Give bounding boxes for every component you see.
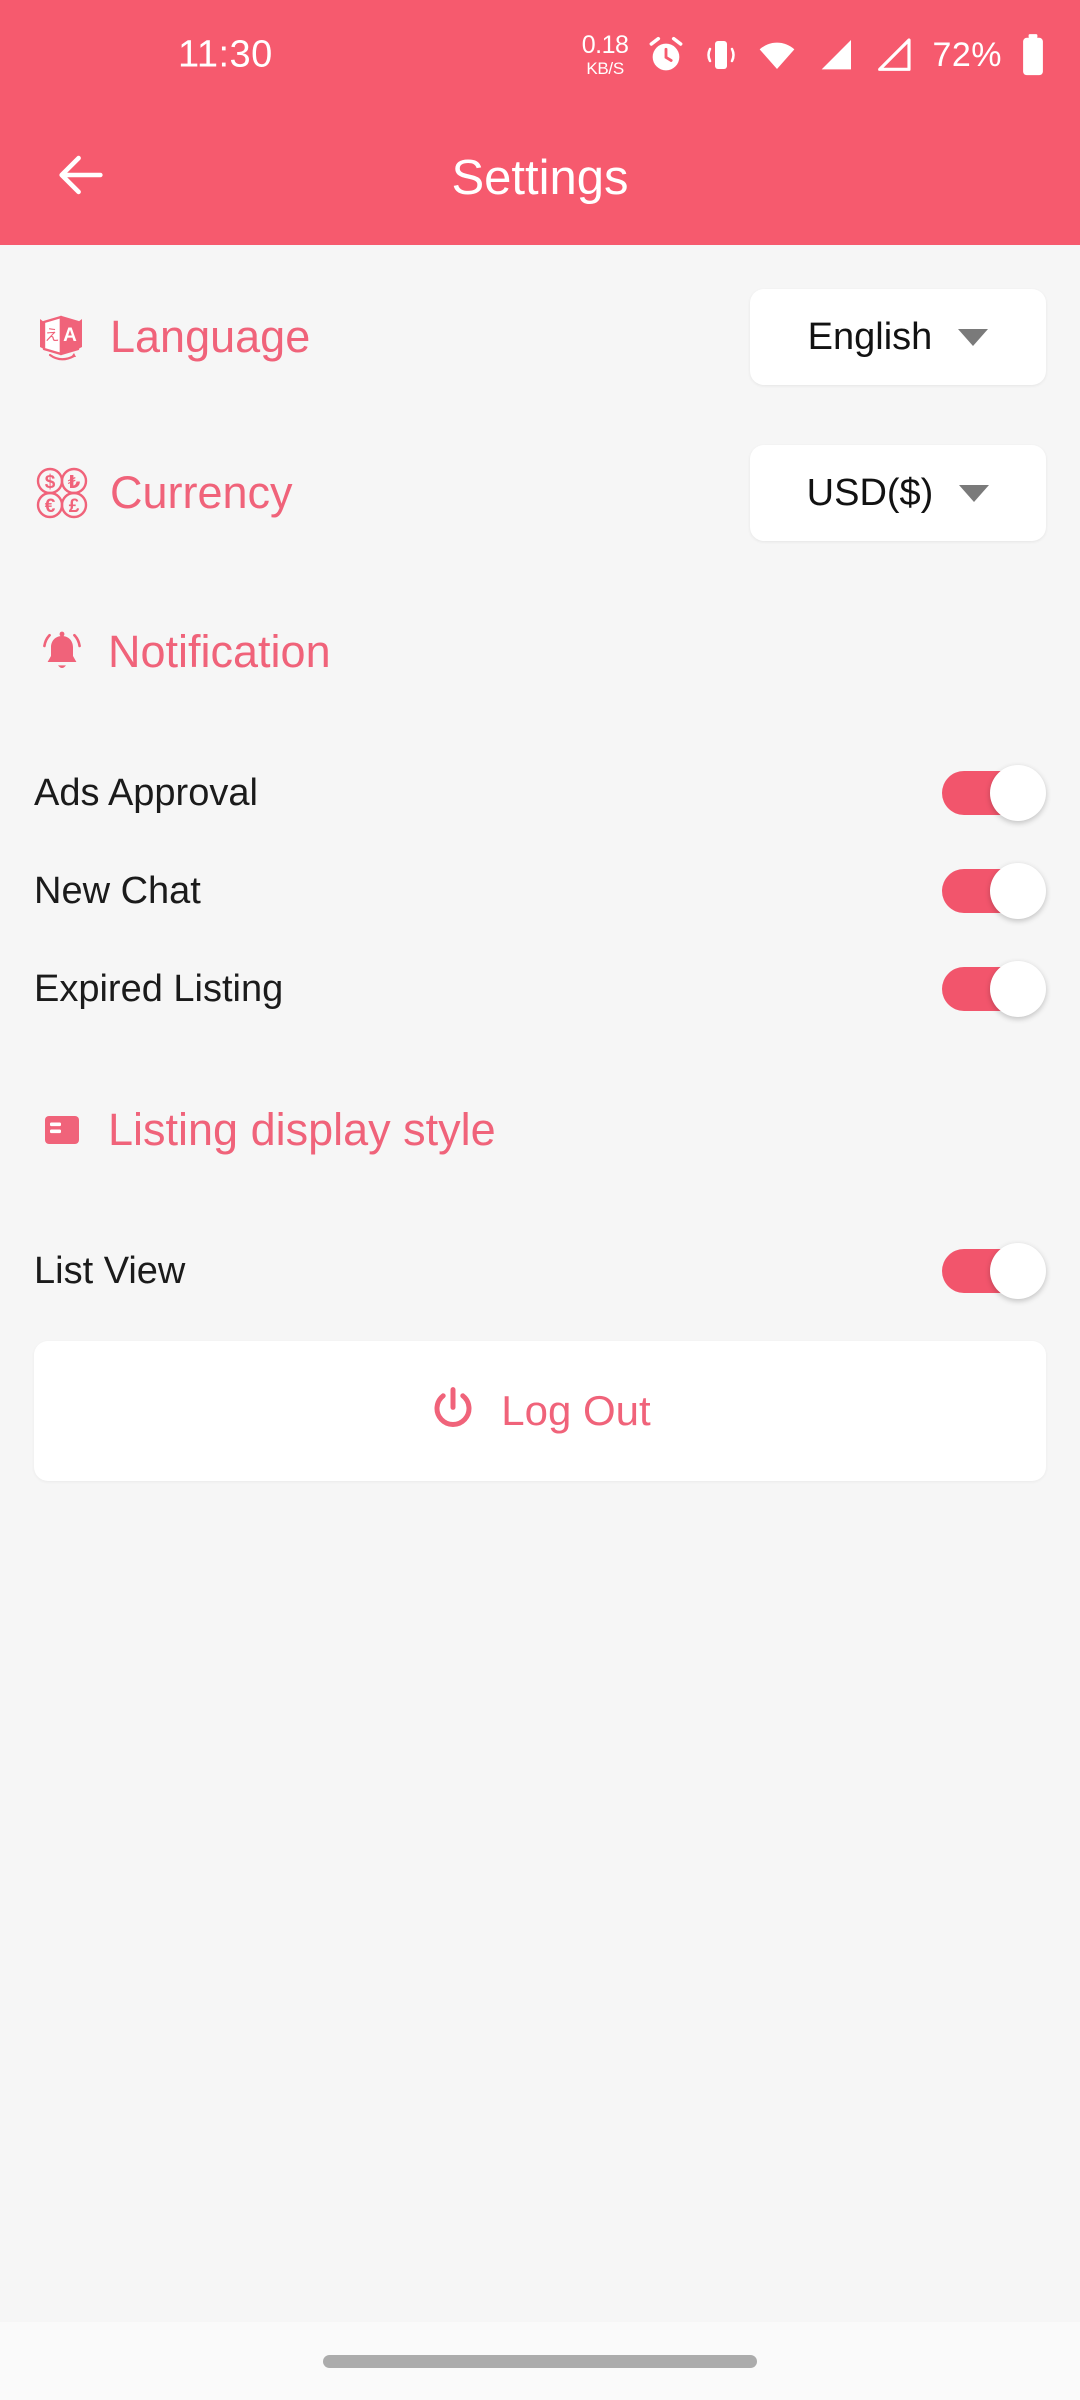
- settings-screen: 11:30 0.18 KB/S 72% Settings え A Languag…: [0, 0, 1080, 2400]
- translate-icon: え A: [34, 309, 90, 365]
- toggle-switch-new-chat[interactable]: [942, 863, 1046, 919]
- listing-style-icon: [34, 1102, 90, 1158]
- chevron-down-icon: [959, 484, 990, 502]
- currency-selected-value: USD($): [806, 471, 934, 514]
- settings-content: え A Language English $ ₺ € £ Currency US…: [0, 245, 1080, 1481]
- app-bar: Settings: [0, 110, 1080, 245]
- currency-coins-icon: $ ₺ € £: [34, 465, 90, 521]
- toggle-label-expired-listing: Expired Listing: [34, 967, 284, 1010]
- section-header-listing-display-style: Listing display style: [0, 1071, 1080, 1189]
- svg-text:$: $: [45, 472, 56, 493]
- toggle-label-list-view: List View: [34, 1249, 186, 1292]
- svg-text:£: £: [69, 496, 80, 517]
- battery-icon: [1020, 33, 1046, 77]
- logout-button[interactable]: Log Out: [34, 1341, 1046, 1481]
- toggle-row-ads-approval[interactable]: Ads Approval: [0, 755, 1080, 831]
- toggle-label-new-chat: New Chat: [34, 869, 201, 912]
- setting-row-language[interactable]: え A Language English: [0, 267, 1080, 407]
- switch-thumb: [990, 765, 1046, 821]
- power-icon: [429, 1385, 477, 1438]
- toggle-switch-expired-listing[interactable]: [942, 961, 1046, 1017]
- language-dropdown[interactable]: English: [750, 289, 1046, 385]
- chevron-down-icon: [958, 328, 989, 346]
- section-title-notification: Notification: [108, 626, 331, 677]
- svg-text:€: €: [45, 496, 56, 517]
- toggle-row-expired-listing[interactable]: Expired Listing: [0, 951, 1080, 1027]
- vibrate-icon: [704, 35, 738, 75]
- toggle-row-new-chat[interactable]: New Chat: [0, 853, 1080, 929]
- alarm-icon: [646, 35, 686, 75]
- section-title-listing-display-style: Listing display style: [108, 1104, 496, 1155]
- setting-label-currency: Currency: [110, 467, 293, 518]
- setting-row-currency[interactable]: $ ₺ € £ Currency USD($): [0, 423, 1080, 563]
- language-selected-value: English: [807, 315, 933, 358]
- section-header-notification: Notification: [0, 593, 1080, 711]
- status-bar-clock: 11:30: [178, 33, 273, 76]
- signal-icon: [874, 35, 914, 75]
- status-bar: 11:30 0.18 KB/S 72%: [0, 0, 1080, 110]
- network-speed-unit: KB/S: [586, 59, 624, 78]
- bell-icon: [34, 624, 90, 680]
- toggle-switch-list-view[interactable]: [942, 1243, 1046, 1299]
- switch-thumb: [990, 863, 1046, 919]
- logout-label: Log Out: [501, 1387, 651, 1434]
- network-speed-indicator: 0.18 KB/S: [581, 31, 629, 78]
- wifi-icon: [756, 35, 798, 75]
- svg-text:₺: ₺: [68, 472, 81, 493]
- home-indicator[interactable]: [323, 2354, 757, 2368]
- toggle-label-ads-approval: Ads Approval: [34, 771, 258, 814]
- battery-percent-label: 72%: [932, 35, 1002, 74]
- svg-text:A: A: [63, 325, 77, 346]
- network-speed-value: 0.18: [581, 31, 629, 59]
- page-title: Settings: [451, 150, 629, 205]
- system-navigation-bar: [0, 2322, 1080, 2400]
- toggle-switch-ads-approval[interactable]: [942, 765, 1046, 821]
- switch-thumb: [990, 961, 1046, 1017]
- setting-label-language: Language: [110, 311, 311, 362]
- toggle-row-list-view[interactable]: List View: [0, 1233, 1080, 1309]
- svg-text:え: え: [44, 326, 59, 344]
- signal-icon: [816, 35, 856, 75]
- currency-dropdown[interactable]: USD($): [750, 445, 1046, 541]
- switch-thumb: [990, 1243, 1046, 1299]
- status-bar-icons: 0.18 KB/S 72%: [582, 33, 1046, 77]
